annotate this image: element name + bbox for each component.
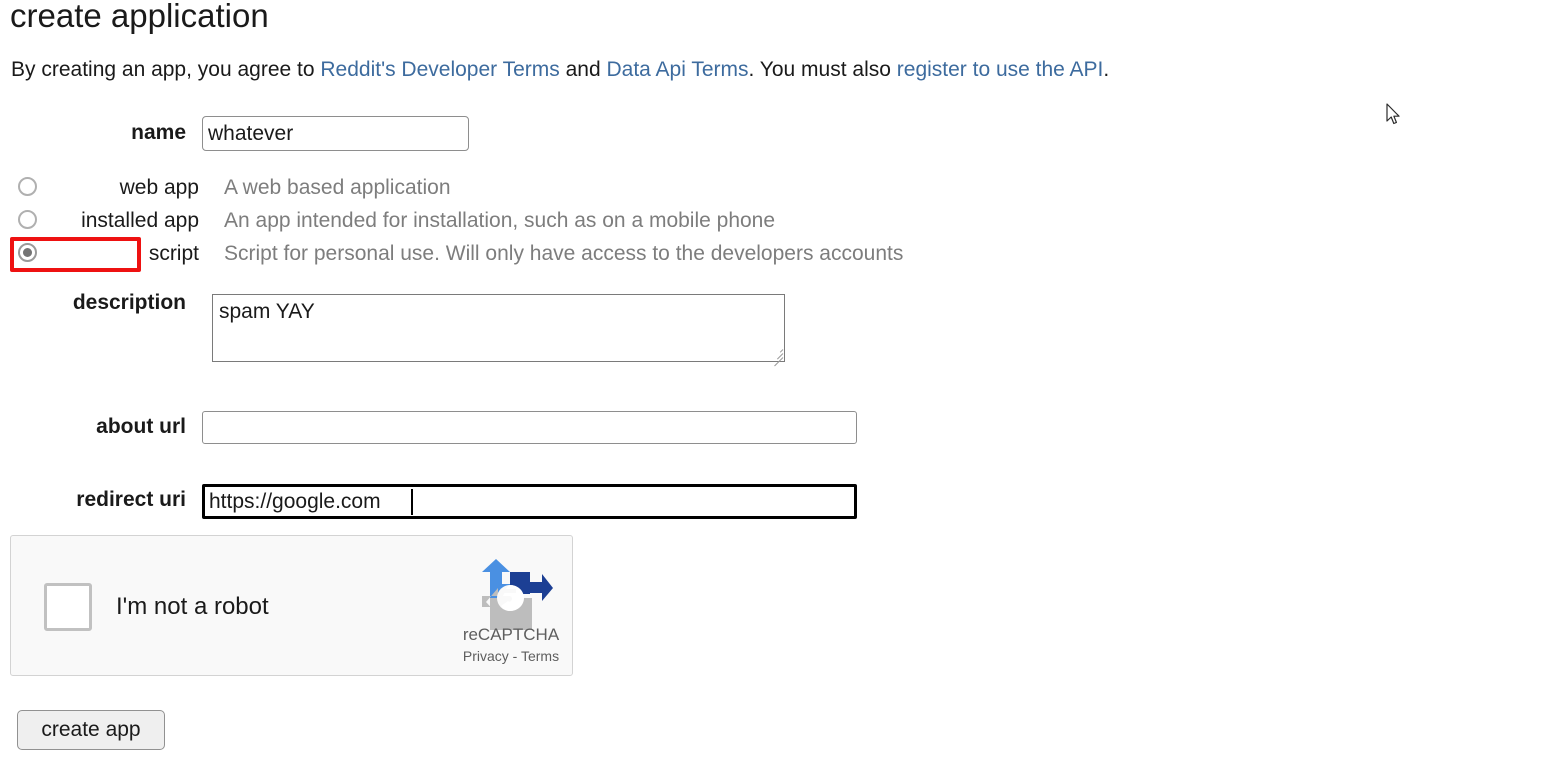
- terms-notice-text-4: .: [1103, 58, 1110, 81]
- radio-icon-web-app[interactable]: [18, 177, 37, 196]
- recaptcha-terms-link[interactable]: Terms: [521, 648, 559, 664]
- mouse-cursor-icon: [1386, 103, 1402, 127]
- recaptcha-widget[interactable]: I'm not a robot reCAPTCHA Privacy - Term…: [10, 535, 573, 676]
- recaptcha-checkbox[interactable]: [44, 583, 92, 631]
- text-cursor-caret: [411, 489, 413, 515]
- terms-notice-text-1: By creating an app, you agree to: [11, 58, 321, 81]
- recaptcha-footer-links: Privacy - Terms: [436, 647, 586, 665]
- register-api-link[interactable]: register to use the API: [897, 58, 1104, 81]
- app-type-description-script: Script for personal use. Will only have …: [224, 242, 904, 265]
- recaptcha-brand-label: reCAPTCHA: [462, 625, 560, 644]
- redirect-uri-input[interactable]: [202, 484, 857, 519]
- terms-notice: By creating an app, you agree to Reddit'…: [11, 56, 1109, 84]
- terms-notice-text-2: and: [559, 58, 607, 81]
- recaptcha-checkbox-label: I'm not a robot: [116, 593, 269, 620]
- terms-notice-text-3: . You must also: [748, 58, 897, 81]
- recaptcha-link-separator: -: [508, 648, 521, 664]
- description-textarea[interactable]: spam YAY: [212, 294, 785, 362]
- about-url-label: about url: [96, 415, 186, 438]
- name-input[interactable]: [202, 116, 469, 151]
- redirect-uri-label: redirect uri: [76, 488, 186, 511]
- description-label: description: [72, 291, 186, 314]
- radio-icon-script[interactable]: [18, 243, 37, 262]
- data-api-terms-link[interactable]: Data Api Terms: [606, 58, 748, 81]
- about-url-input[interactable]: [202, 411, 857, 444]
- create-app-button[interactable]: create app: [17, 710, 165, 750]
- app-type-description-installed-app: An app intended for installation, such a…: [224, 209, 776, 232]
- app-type-description-web-app: A web based application: [224, 176, 451, 199]
- recaptcha-privacy-link[interactable]: Privacy: [463, 648, 509, 664]
- radio-icon-installed-app[interactable]: [18, 210, 37, 229]
- name-label: name: [131, 121, 186, 144]
- page-title: create application: [10, 0, 269, 34]
- developer-terms-link[interactable]: Reddit's Developer Terms: [320, 58, 559, 81]
